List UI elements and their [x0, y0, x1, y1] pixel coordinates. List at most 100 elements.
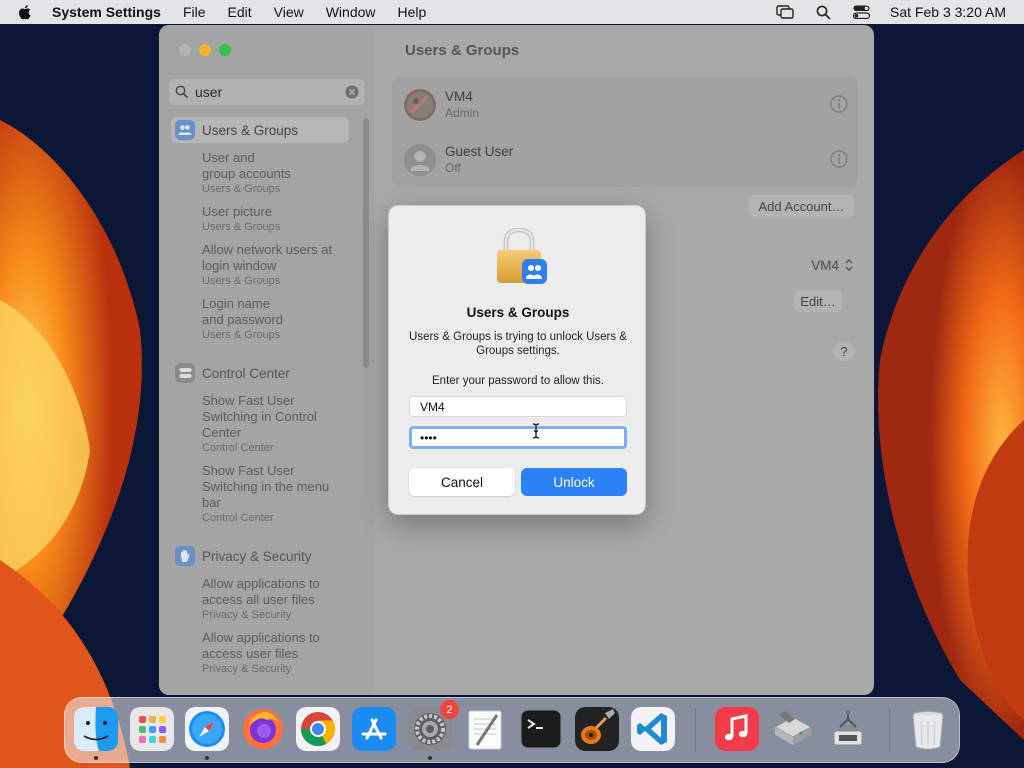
- vscode-icon: [631, 707, 675, 751]
- dock-music[interactable]: [715, 707, 759, 751]
- user-role: Off: [445, 161, 461, 175]
- dialog-message: Users & Groups is trying to unlock Users…: [409, 331, 627, 357]
- dock-app-store[interactable]: [352, 707, 396, 751]
- dock-firefox[interactable]: [241, 707, 285, 751]
- search-result-item[interactable]: Allow applications to access user files …: [202, 630, 352, 676]
- menu-help[interactable]: Help: [398, 4, 427, 20]
- password-field[interactable]: ••••: [409, 426, 627, 449]
- edit-button[interactable]: Edit…: [794, 290, 842, 312]
- guest-avatar: [404, 144, 436, 176]
- dock-launchpad[interactable]: [130, 707, 174, 751]
- dock-trash[interactable]: [906, 707, 950, 751]
- menu-edit[interactable]: Edit: [228, 4, 252, 20]
- search-result-subtitle: Users & Groups: [202, 329, 281, 341]
- search-result-item[interactable]: Login name and password Users & Groups: [202, 296, 352, 342]
- user-row-vm4[interactable]: VM4 Admin: [392, 77, 858, 132]
- dock-utility-app[interactable]: [826, 707, 870, 751]
- dock-separator: [889, 708, 890, 752]
- add-account-button[interactable]: Add Account…: [749, 195, 854, 217]
- search-result-item[interactable]: User and group accounts Users & Groups: [202, 150, 352, 196]
- finder-icon: [74, 707, 118, 751]
- sidebar-item-control-center[interactable]: Control Center: [171, 360, 349, 386]
- user-row-guest[interactable]: Guest User Off: [392, 132, 858, 187]
- sidebar-item-label: Control Center: [202, 365, 290, 381]
- auto-login-popup[interactable]: VM4: [774, 256, 854, 274]
- unlock-button[interactable]: Unlock: [521, 468, 627, 496]
- window-zoom-button[interactable]: [219, 44, 231, 56]
- search-result-title: bar: [202, 495, 221, 510]
- search-result-title: Show Fast User: [202, 393, 295, 408]
- dock: [64, 697, 960, 763]
- dock-garageband[interactable]: [575, 707, 619, 751]
- search-result-title: access all user files: [202, 592, 315, 607]
- dialog-title: Users & Groups: [466, 305, 570, 320]
- search-field[interactable]: user: [169, 79, 365, 105]
- search-result-item[interactable]: Show Fast User Switching in the menu bar…: [202, 463, 352, 525]
- info-icon[interactable]: [830, 150, 848, 168]
- running-indicator: [428, 756, 432, 760]
- menu-file[interactable]: File: [183, 4, 206, 20]
- window-minimize-button[interactable]: [199, 44, 211, 56]
- search-result-title: Login name: [202, 296, 270, 311]
- search-result-title: User picture: [202, 204, 273, 219]
- clear-search-icon[interactable]: [345, 85, 359, 99]
- spotlight-search-icon[interactable]: [814, 3, 832, 21]
- search-result-subtitle: Users & Groups: [202, 275, 281, 287]
- search-input[interactable]: user: [195, 84, 345, 100]
- search-result-title: and password: [202, 312, 283, 327]
- search-result-title: Switching in Control: [202, 409, 317, 424]
- search-result-title: group accounts: [202, 166, 291, 181]
- search-result-subtitle: Control Center: [202, 512, 274, 524]
- system-information-icon: [833, 709, 863, 746]
- search-result-item[interactable]: Allow applications to access all user fi…: [202, 576, 352, 622]
- search-result-title: Allow network users at: [202, 242, 333, 257]
- help-button[interactable]: ?: [834, 341, 854, 361]
- running-indicator: [94, 756, 98, 760]
- sidebar-item-users-groups[interactable]: Users & Groups: [171, 117, 349, 143]
- search-result-item[interactable]: User picture Users & Groups: [202, 204, 352, 234]
- search-result-title: Center: [202, 425, 242, 440]
- menu-bar: System Settings File Edit View Window He…: [0, 0, 1024, 24]
- dock-finder[interactable]: [74, 707, 118, 751]
- sidebar-item-label: Users & Groups: [202, 122, 299, 138]
- search-result-title: Switching in the menu: [202, 479, 330, 494]
- music-note-icon: [715, 707, 759, 751]
- dock-vscode[interactable]: [631, 707, 675, 751]
- sidebar-item-label: Privacy & Security: [202, 548, 312, 564]
- window-close-button[interactable]: [179, 44, 191, 56]
- control-center-icon: [175, 363, 195, 383]
- apple-menu-icon[interactable]: [18, 4, 34, 20]
- control-center-icon[interactable]: [852, 3, 870, 21]
- menu-window[interactable]: Window: [326, 4, 376, 20]
- launchpad-icon: [130, 707, 174, 751]
- app-store-icon: [352, 707, 396, 751]
- screen-mirroring-icon[interactable]: [776, 3, 794, 21]
- text-cursor-icon: [532, 423, 540, 439]
- dock-separator: [695, 708, 696, 752]
- username-field[interactable]: VM4: [409, 396, 627, 417]
- sidebar-item-privacy-security[interactable]: Privacy & Security: [171, 543, 349, 569]
- dock-terminal[interactable]: [519, 707, 563, 751]
- search-result-item[interactable]: Allow network users at login window User…: [202, 242, 352, 288]
- user-role: Admin: [445, 106, 480, 120]
- menu-view[interactable]: View: [274, 4, 304, 20]
- cancel-button[interactable]: Cancel: [409, 468, 515, 496]
- textedit-icon: [468, 710, 502, 750]
- menu-app-name[interactable]: System Settings: [52, 4, 161, 20]
- search-result-item[interactable]: Show Fast User Switching in Control Cent…: [202, 393, 352, 455]
- lock-icon: [497, 228, 547, 284]
- search-result-title: login window: [202, 258, 277, 273]
- authentication-dialog: Users & Groups Users & Groups is trying …: [388, 205, 646, 515]
- sidebar-scrollbar[interactable]: [363, 118, 369, 368]
- dock-safari[interactable]: [185, 707, 229, 751]
- chrome-icon: [296, 707, 340, 751]
- dock-textedit[interactable]: [463, 707, 507, 751]
- info-icon[interactable]: [830, 95, 848, 113]
- dock-utility-app[interactable]: [771, 707, 815, 751]
- search-result-subtitle: Privacy & Security: [202, 609, 292, 621]
- menu-bar-clock[interactable]: Sat Feb 3 3:20 AM: [890, 4, 1006, 20]
- search-result-title: access user files: [202, 646, 299, 661]
- terminal-icon: [520, 709, 562, 749]
- disk-utility-icon: [773, 711, 813, 745]
- dock-chrome[interactable]: [296, 707, 340, 751]
